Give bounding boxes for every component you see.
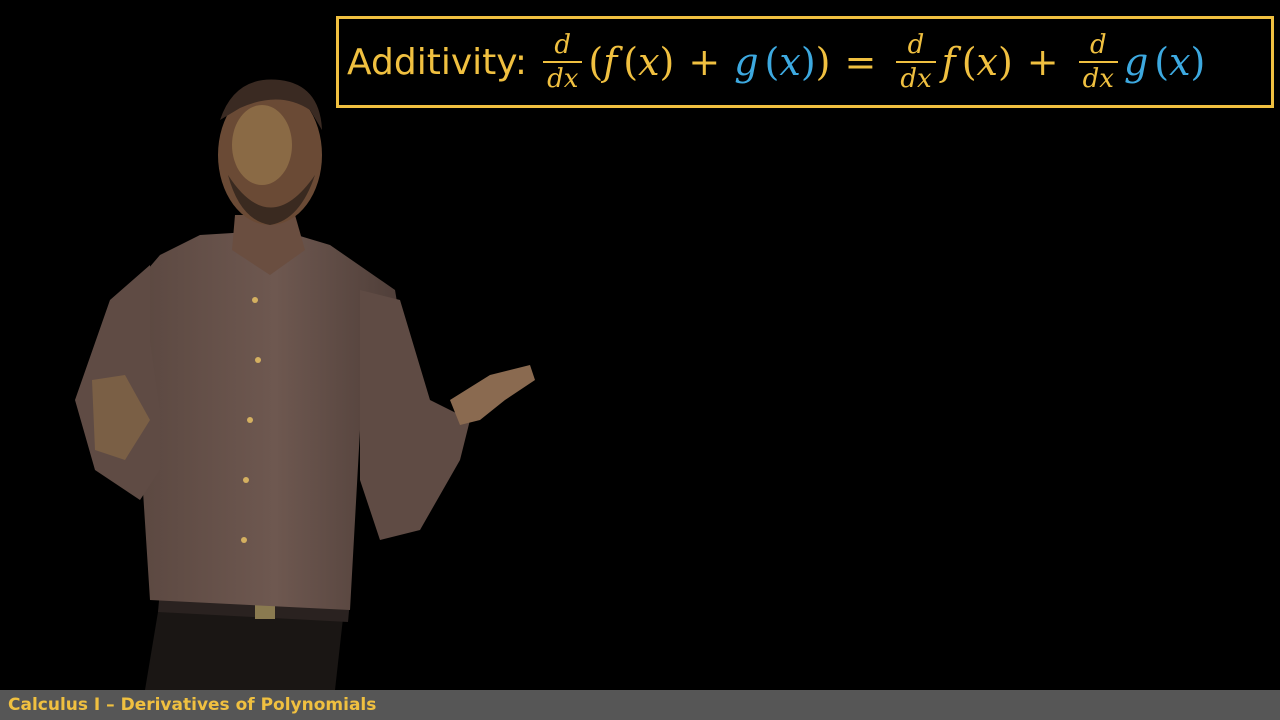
- f-symbol: f: [941, 40, 956, 84]
- additivity-formula-box: Additivity: d dx ( f ( x ) + g ( x ) ) =…: [336, 16, 1274, 108]
- g-symbol: g: [1123, 40, 1149, 84]
- derivative-operator: d dx: [543, 32, 583, 92]
- derivative-operator: d dx: [1078, 32, 1118, 92]
- footer-bar: Calculus I – Derivatives of Polynomials: [0, 690, 1280, 720]
- presenter-figure: [75, 79, 535, 690]
- g-symbol: g: [734, 40, 759, 84]
- additivity-equation: d dx ( f ( x ) + g ( x ) ) = d dx f ( x …: [537, 32, 1205, 92]
- f-symbol: f: [603, 40, 618, 84]
- course-title: Calculus I – Derivatives of Polynomials: [8, 695, 377, 715]
- formula-label: Additivity:: [347, 41, 528, 83]
- derivative-operator: d dx: [896, 32, 936, 92]
